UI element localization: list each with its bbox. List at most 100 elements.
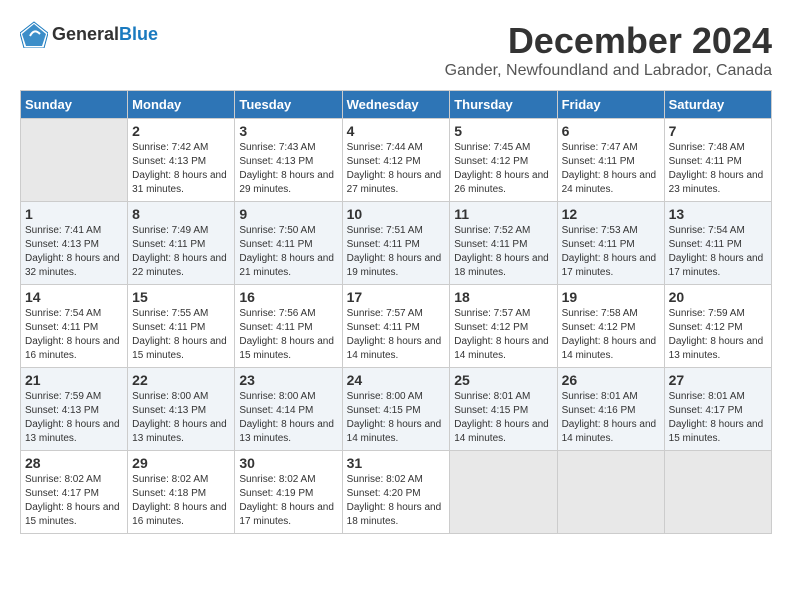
weekday-sunday: Sunday	[21, 91, 128, 119]
day-info: Sunrise: 7:51 AMSunset: 4:11 PMDaylight:…	[347, 224, 446, 280]
calendar-cell	[21, 119, 128, 202]
day-info: Sunrise: 7:44 AMSunset: 4:12 PMDaylight:…	[347, 141, 446, 197]
day-number: 10	[347, 206, 446, 222]
day-number: 22	[132, 372, 230, 388]
calendar-cell: 27 Sunrise: 8:01 AMSunset: 4:17 PMDayligh…	[664, 368, 771, 451]
calendar-cell: 4 Sunrise: 7:44 AMSunset: 4:12 PMDaylight…	[342, 119, 450, 202]
day-number: 18	[454, 289, 552, 305]
calendar-cell: 10 Sunrise: 7:51 AMSunset: 4:11 PMDayligh…	[342, 202, 450, 285]
calendar-cell: 19Sunrise: 7:58 AMSunset: 4:12 PMDayligh…	[557, 285, 664, 368]
day-info: Sunrise: 7:57 AMSunset: 4:11 PMDaylight:…	[347, 307, 446, 363]
calendar-cell: 22Sunrise: 8:00 AMSunset: 4:13 PMDayligh…	[128, 368, 235, 451]
day-info: Sunrise: 8:01 AMSunset: 4:16 PMDaylight:…	[562, 390, 660, 446]
day-info: Sunrise: 7:57 AMSunset: 4:12 PMDaylight:…	[454, 307, 552, 363]
page-header: GeneralBlue December 2024 Gander, Newfou…	[20, 20, 772, 80]
weekday-monday: Monday	[128, 91, 235, 119]
weekday-tuesday: Tuesday	[235, 91, 342, 119]
day-info: Sunrise: 8:01 AMSunset: 4:17 PMDaylight:…	[669, 390, 767, 446]
calendar-cell: 6Sunrise: 7:47 AMSunset: 4:11 PMDaylight…	[557, 119, 664, 202]
calendar-cell: 7 Sunrise: 7:48 AMSunset: 4:11 PMDaylight…	[664, 119, 771, 202]
calendar-cell: 25Sunrise: 8:01 AMSunset: 4:15 PMDayligh…	[450, 368, 557, 451]
day-info: Sunrise: 7:53 AMSunset: 4:11 PMDaylight:…	[562, 224, 660, 280]
day-info: Sunrise: 8:02 AMSunset: 4:18 PMDaylight:…	[132, 473, 230, 529]
calendar-cell: 29Sunrise: 8:02 AMSunset: 4:18 PMDayligh…	[128, 451, 235, 534]
day-number: 7	[669, 123, 767, 139]
day-info: Sunrise: 7:41 AMSunset: 4:13 PMDaylight:…	[25, 224, 123, 280]
week-row-2: 14 Sunrise: 7:54 AMSunset: 4:11 PMDayligh…	[21, 285, 772, 368]
title-area: December 2024 Gander, Newfoundland and L…	[445, 20, 772, 80]
day-number: 4	[347, 123, 446, 139]
calendar-cell: 15Sunrise: 7:55 AMSunset: 4:11 PMDayligh…	[128, 285, 235, 368]
day-info: Sunrise: 7:50 AMSunset: 4:11 PMDaylight:…	[239, 224, 337, 280]
day-number: 14	[25, 289, 123, 305]
day-number: 16	[239, 289, 337, 305]
day-number: 27	[669, 372, 767, 388]
day-info: Sunrise: 7:54 AMSunset: 4:11 PMDaylight:…	[25, 307, 123, 363]
calendar-cell: 12 Sunrise: 7:53 AMSunset: 4:11 PMDayligh…	[557, 202, 664, 285]
day-info: Sunrise: 7:47 AMSunset: 4:11 PMDaylight:…	[562, 141, 660, 197]
day-info: Sunrise: 7:54 AMSunset: 4:11 PMDaylight:…	[669, 224, 767, 280]
calendar-cell	[557, 451, 664, 534]
location-title: Gander, Newfoundland and Labrador, Canad…	[445, 62, 772, 80]
day-number: 31	[347, 455, 446, 471]
weekday-thursday: Thursday	[450, 91, 557, 119]
day-info: Sunrise: 7:48 AMSunset: 4:11 PMDaylight:…	[669, 141, 767, 197]
weekday-saturday: Saturday	[664, 91, 771, 119]
calendar-cell: 28Sunrise: 8:02 AMSunset: 4:17 PMDayligh…	[21, 451, 128, 534]
day-number: 1	[25, 206, 123, 222]
week-row-1: 1 Sunrise: 7:41 AMSunset: 4:13 PMDaylight…	[21, 202, 772, 285]
calendar-cell: 26 Sunrise: 8:01 AMSunset: 4:16 PMDayligh…	[557, 368, 664, 451]
logo-icon	[20, 20, 48, 48]
week-row-0: 2 Sunrise: 7:42 AMSunset: 4:13 PMDaylight…	[21, 119, 772, 202]
week-row-3: 21Sunrise: 7:59 AMSunset: 4:13 PMDayligh…	[21, 368, 772, 451]
calendar-cell: 1 Sunrise: 7:41 AMSunset: 4:13 PMDaylight…	[21, 202, 128, 285]
month-title: December 2024	[445, 20, 772, 62]
calendar-header: SundayMondayTuesdayWednesdayThursdayFrid…	[21, 91, 772, 119]
day-info: Sunrise: 8:00 AMSunset: 4:14 PMDaylight:…	[239, 390, 337, 446]
day-info: Sunrise: 7:45 AMSunset: 4:12 PMDaylight:…	[454, 141, 552, 197]
calendar-cell: 11Sunrise: 7:52 AMSunset: 4:11 PMDayligh…	[450, 202, 557, 285]
calendar-cell: 23 Sunrise: 8:00 AMSunset: 4:14 PMDayligh…	[235, 368, 342, 451]
calendar-cell: 16 Sunrise: 7:56 AMSunset: 4:11 PMDayligh…	[235, 285, 342, 368]
day-number: 17	[347, 289, 446, 305]
day-info: Sunrise: 7:42 AMSunset: 4:13 PMDaylight:…	[132, 141, 230, 197]
day-number: 30	[239, 455, 337, 471]
logo: GeneralBlue	[20, 20, 158, 48]
day-number: 11	[454, 206, 552, 222]
calendar-table: SundayMondayTuesdayWednesdayThursdayFrid…	[20, 90, 772, 534]
week-row-4: 28Sunrise: 8:02 AMSunset: 4:17 PMDayligh…	[21, 451, 772, 534]
calendar-cell	[450, 451, 557, 534]
logo-blue: Blue	[119, 24, 158, 44]
calendar-cell: 14 Sunrise: 7:54 AMSunset: 4:11 PMDayligh…	[21, 285, 128, 368]
calendar-cell: 3 Sunrise: 7:43 AMSunset: 4:13 PMDaylight…	[235, 119, 342, 202]
day-number: 20	[669, 289, 767, 305]
calendar-cell: 21Sunrise: 7:59 AMSunset: 4:13 PMDayligh…	[21, 368, 128, 451]
calendar-cell: 17 Sunrise: 7:57 AMSunset: 4:11 PMDayligh…	[342, 285, 450, 368]
day-number: 3	[239, 123, 337, 139]
calendar-cell: 18 Sunrise: 7:57 AMSunset: 4:12 PMDayligh…	[450, 285, 557, 368]
day-info: Sunrise: 7:43 AMSunset: 4:13 PMDaylight:…	[239, 141, 337, 197]
day-number: 23	[239, 372, 337, 388]
day-number: 26	[562, 372, 660, 388]
calendar-cell: 24 Sunrise: 8:00 AMSunset: 4:15 PMDayligh…	[342, 368, 450, 451]
calendar-cell: 31 Sunrise: 8:02 AMSunset: 4:20 PMDayligh…	[342, 451, 450, 534]
calendar-cell	[664, 451, 771, 534]
day-info: Sunrise: 8:02 AMSunset: 4:20 PMDaylight:…	[347, 473, 446, 529]
day-number: 2	[132, 123, 230, 139]
calendar-cell: 8Sunrise: 7:49 AMSunset: 4:11 PMDaylight…	[128, 202, 235, 285]
day-info: Sunrise: 8:00 AMSunset: 4:15 PMDaylight:…	[347, 390, 446, 446]
day-info: Sunrise: 7:55 AMSunset: 4:11 PMDaylight:…	[132, 307, 230, 363]
day-number: 12	[562, 206, 660, 222]
calendar-cell: 9 Sunrise: 7:50 AMSunset: 4:11 PMDaylight…	[235, 202, 342, 285]
day-number: 9	[239, 206, 337, 222]
day-info: Sunrise: 7:59 AMSunset: 4:13 PMDaylight:…	[25, 390, 123, 446]
weekday-wednesday: Wednesday	[342, 91, 450, 119]
day-info: Sunrise: 7:56 AMSunset: 4:11 PMDaylight:…	[239, 307, 337, 363]
calendar-cell: 2 Sunrise: 7:42 AMSunset: 4:13 PMDaylight…	[128, 119, 235, 202]
day-number: 5	[454, 123, 552, 139]
day-info: Sunrise: 7:49 AMSunset: 4:11 PMDaylight:…	[132, 224, 230, 280]
calendar-cell: 20 Sunrise: 7:59 AMSunset: 4:12 PMDayligh…	[664, 285, 771, 368]
day-info: Sunrise: 7:59 AMSunset: 4:12 PMDaylight:…	[669, 307, 767, 363]
day-number: 24	[347, 372, 446, 388]
day-number: 19	[562, 289, 660, 305]
